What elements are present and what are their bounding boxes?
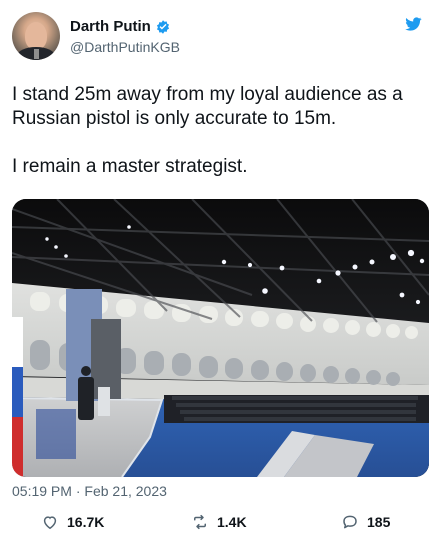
retweet-button[interactable]: 1.4K: [191, 510, 247, 534]
author-display-name[interactable]: Darth Putin: [70, 18, 151, 36]
tweet-meta-separator: ·: [75, 483, 81, 499]
heart-icon: [43, 516, 57, 530]
retweet-count: 1.4K: [217, 514, 247, 530]
tweet-action-bar: 16.7K 1.4K 185: [12, 510, 425, 536]
avatar[interactable]: [12, 12, 60, 60]
author-name-row: Darth Putin: [70, 18, 171, 36]
verified-icon: [156, 20, 169, 34]
retweet-icon: [194, 514, 206, 530]
tweet-header: Darth Putin @DarthPutinKGB: [12, 12, 425, 64]
like-count: 16.7K: [67, 514, 105, 530]
twitter-icon[interactable]: [403, 14, 423, 34]
tweet-meta: 05:19 PM · Feb 21, 2023: [12, 482, 167, 500]
avatar-face: [25, 22, 47, 50]
tweet-date[interactable]: Feb 21, 2023: [84, 483, 167, 499]
tweet-media-image[interactable]: [12, 199, 429, 477]
reply-count: 185: [367, 514, 391, 530]
tweet-text: I stand 25m away from my loyal audience …: [12, 84, 403, 177]
tweet-time[interactable]: 05:19 PM: [12, 483, 72, 499]
author-handle[interactable]: @DarthPutinKGB: [70, 38, 180, 56]
avatar-tie: [34, 49, 39, 59]
like-button[interactable]: 16.7K: [41, 510, 104, 534]
reply-icon: [343, 515, 357, 529]
hall-scene-image: [12, 199, 429, 477]
reply-button[interactable]: 185: [341, 510, 390, 534]
